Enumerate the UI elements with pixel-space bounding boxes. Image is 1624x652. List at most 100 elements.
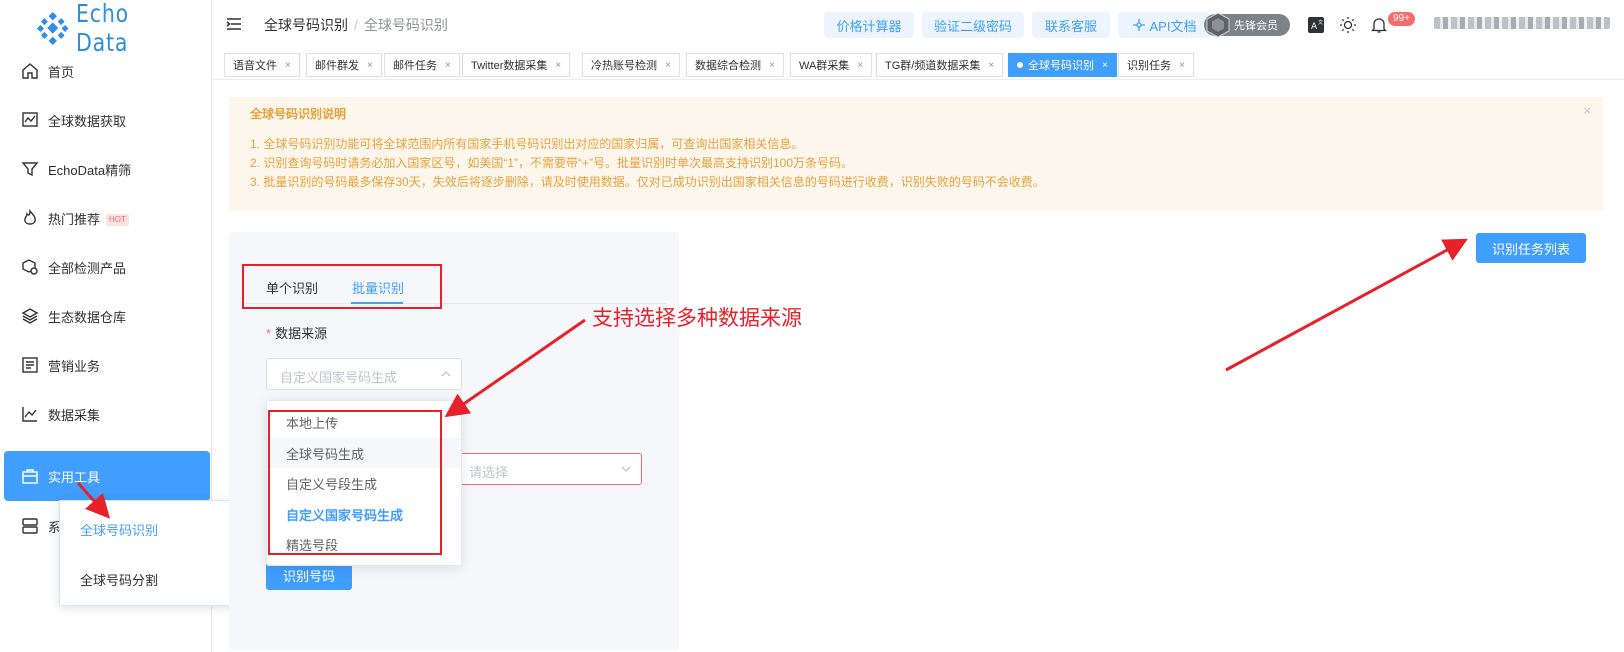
- bell-icon[interactable]: [1370, 16, 1388, 34]
- api-icon: [1132, 19, 1145, 31]
- layers-icon: [21, 308, 39, 324]
- sidebar-item-label: 全部检测产品: [48, 260, 127, 276]
- sidebar-item-home[interactable]: 首页: [0, 46, 212, 96]
- breadcrumb-item[interactable]: 全球号码识别: [264, 17, 348, 33]
- sidebar-item-tools[interactable]: 实用工具: [4, 451, 210, 501]
- api-docs-button[interactable]: API文档: [1118, 12, 1210, 38]
- hot-badge: HOT: [106, 214, 129, 227]
- sidebar-item-label: 生态数据仓库: [48, 309, 127, 325]
- sidebar-item-data-warehouse[interactable]: 生态数据仓库: [0, 291, 212, 341]
- data-source-select[interactable]: 自定义国家号码生成: [266, 358, 462, 390]
- api-docs-label: API文档: [1149, 18, 1197, 34]
- member-badge[interactable]: 先锋会员: [1204, 12, 1290, 38]
- tab-label: 邮件群发: [315, 60, 359, 72]
- sidebar-item-label: 首页: [48, 64, 75, 80]
- tab-account-check[interactable]: 冷热账号检测 ×: [582, 53, 680, 77]
- required-mark: *: [266, 326, 272, 341]
- verify-password-button[interactable]: 验证二级密码: [922, 12, 1024, 38]
- tab-label: 数据综合检测: [695, 60, 761, 72]
- logo-mark-icon: [36, 11, 69, 45]
- sidebar-item-marketing[interactable]: 营销业务: [0, 340, 212, 390]
- notice-title: 全球号码识别说明: [250, 107, 347, 121]
- breadcrumb: 全球号码识别 / 全球号码识别: [264, 15, 448, 35]
- close-icon[interactable]: ×: [1102, 60, 1108, 71]
- close-icon[interactable]: ×: [285, 60, 291, 71]
- tab-bar: 语音文件 × 邮件群发 × 邮件任务 × Twitter数据采集 × 冷热账号检测 × 数…: [212, 50, 1624, 80]
- close-icon[interactable]: ×: [769, 60, 775, 71]
- close-icon[interactable]: ×: [988, 60, 994, 71]
- close-icon[interactable]: ×: [665, 60, 671, 71]
- box-search-icon: [22, 259, 38, 275]
- annotation-box-options: [268, 410, 442, 555]
- close-icon[interactable]: ×: [555, 60, 561, 71]
- submenu-item-global-number-identify[interactable]: 全球号码识别: [80, 520, 158, 539]
- active-dot: [1017, 62, 1023, 68]
- filter-icon: [21, 162, 39, 177]
- svg-text:文: 文: [1318, 19, 1323, 26]
- sidebar-item-label: 数据采集: [48, 407, 101, 423]
- task-list-button[interactable]: 识别任务列表: [1476, 233, 1586, 263]
- user-name-blurred[interactable]: [1434, 17, 1610, 29]
- chevron-up-icon: [441, 371, 451, 377]
- sidebar-item-label-text: 热门推荐: [48, 211, 101, 227]
- tools-submenu: 全球号码识别 全球号码分割: [59, 500, 237, 606]
- tab-identify-task[interactable]: 识别任务 ×: [1118, 53, 1194, 77]
- tab-label: 识别任务: [1127, 60, 1171, 72]
- member-shield-icon: [1206, 12, 1230, 38]
- notification-badge: 99+: [1388, 12, 1415, 26]
- annotation-text: 支持选择多种数据来源: [592, 307, 802, 330]
- contact-support-button[interactable]: 联系客服: [1032, 12, 1110, 38]
- chevron-down-icon: [621, 466, 631, 472]
- chart-monitor-icon: [22, 112, 38, 127]
- close-icon[interactable]: ×: [1179, 60, 1185, 71]
- svg-text:A: A: [1311, 22, 1318, 32]
- menu-fold-icon[interactable]: [226, 17, 242, 31]
- secondary-select[interactable]: 请选择: [446, 453, 642, 485]
- annotation-box-tabs: [242, 264, 442, 309]
- sidebar-item-label: 营销业务: [48, 358, 101, 374]
- close-icon[interactable]: ×: [445, 60, 451, 71]
- sidebar-item-label: 热门推荐 HOT: [48, 209, 129, 228]
- breadcrumb-separator: /: [354, 17, 358, 33]
- notice-line: 2. 识别查询号码时请务必加入国家区号，如美国“1”，不需要带“+”号。批量识别…: [250, 156, 854, 170]
- sidebar-item-detection-products[interactable]: 全部检测产品: [0, 242, 212, 292]
- submenu-item-global-number-split[interactable]: 全球号码分割: [80, 570, 158, 589]
- tab-voice-file[interactable]: 语音文件 ×: [224, 53, 300, 77]
- chart-line-icon: [22, 407, 37, 422]
- sun-theme-icon[interactable]: [1339, 16, 1357, 34]
- tab-global-number-identify[interactable]: 全球号码识别 ×: [1008, 53, 1117, 77]
- sidebar-item-global-data[interactable]: 全球数据获取: [0, 95, 212, 145]
- sidebar-item-label: EchoData精筛: [48, 162, 132, 178]
- tab-twitter-collect[interactable]: Twitter数据采集 ×: [462, 53, 571, 77]
- flame-icon: [24, 209, 36, 225]
- notice-line: 3. 批量识别的号码最多保存30天，失效后将逐步删除，请及时使用数据。仅对已成功…: [250, 175, 1045, 189]
- notice-line: 1. 全球号码识别功能可将全球范围内所有国家手机号码识别出对应的国家归属，可查询…: [250, 137, 804, 151]
- briefcase-icon: [22, 469, 38, 484]
- tab-data-check[interactable]: 数据综合检测 ×: [686, 53, 784, 77]
- tab-label: 邮件任务: [393, 60, 437, 72]
- data-source-label: * 数据来源: [266, 323, 327, 342]
- data-source-label-text: 数据来源: [275, 326, 328, 341]
- breadcrumb-current: 全球号码识别: [363, 17, 448, 33]
- tab-label: 语音文件: [233, 60, 277, 72]
- close-icon[interactable]: ×: [857, 60, 863, 71]
- home-icon: [22, 63, 38, 79]
- member-label: 先锋会员: [1234, 20, 1278, 32]
- secondary-select-placeholder: 请选择: [469, 465, 509, 480]
- tab-tg-group[interactable]: TG群/频道数据采集 ×: [876, 53, 1004, 77]
- price-calculator-button[interactable]: 价格计算器: [824, 12, 914, 38]
- tab-email-task[interactable]: 邮件任务 ×: [384, 53, 460, 77]
- translate-icon[interactable]: A文: [1307, 16, 1325, 34]
- tab-label: 全球号码识别: [1028, 60, 1094, 72]
- close-icon[interactable]: ×: [367, 60, 373, 71]
- sidebar-item-echodata-filter[interactable]: EchoData精筛: [0, 144, 212, 194]
- notice-close-icon[interactable]: ×: [1583, 103, 1591, 118]
- tab-label: 冷热账号检测: [591, 60, 657, 72]
- logo[interactable]: Echo Data: [36, 0, 211, 57]
- tab-label: WA群采集: [799, 60, 850, 72]
- list-icon: [22, 357, 38, 373]
- sidebar-item-data-collection[interactable]: 数据采集: [0, 389, 212, 439]
- tab-mass-email[interactable]: 邮件群发 ×: [306, 53, 382, 77]
- tab-wa-group[interactable]: WA群采集 ×: [790, 53, 873, 77]
- sidebar-item-hot[interactable]: 热门推荐 HOT: [0, 193, 212, 243]
